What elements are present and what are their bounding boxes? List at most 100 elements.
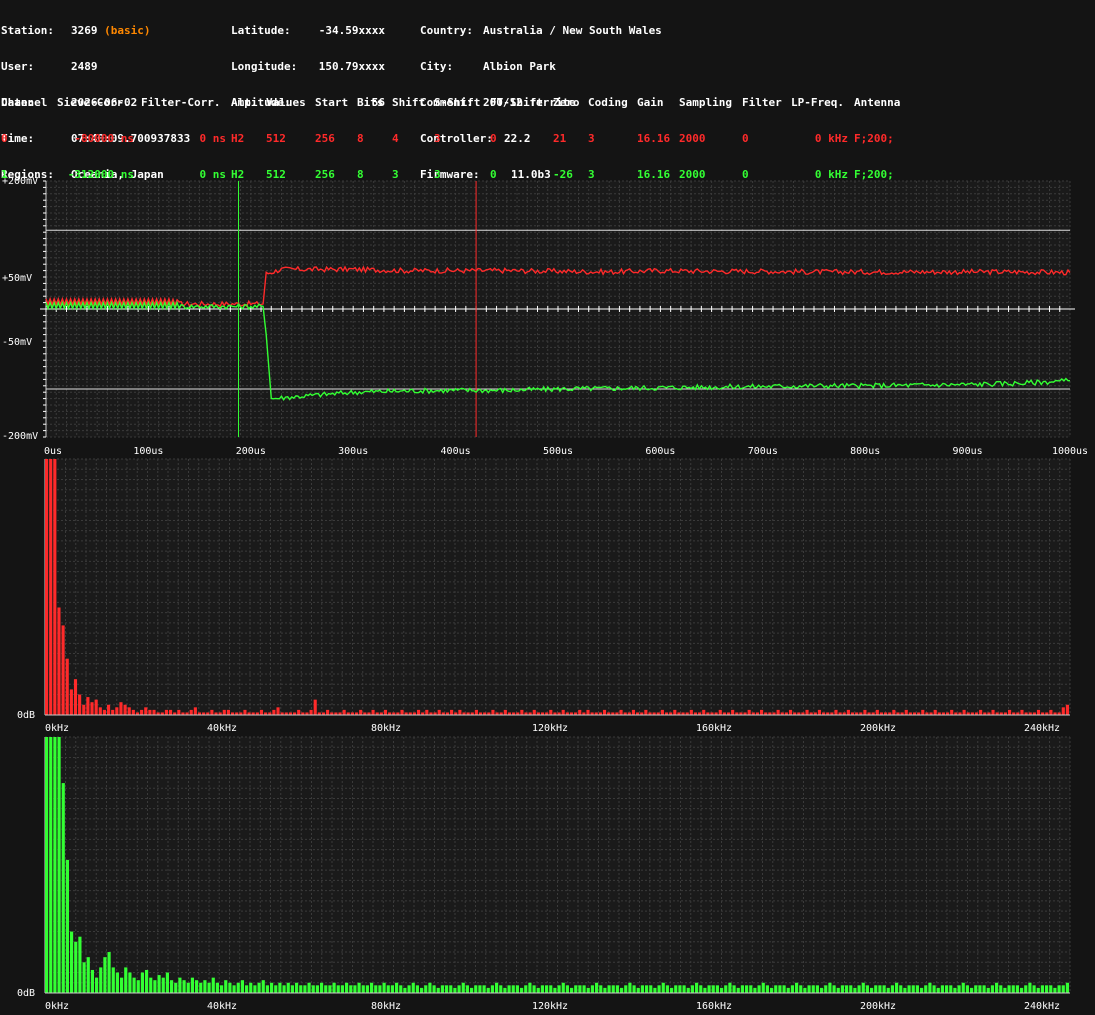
- spectrum-2-bar: [74, 941, 78, 993]
- spectrum-2-bar: [340, 985, 344, 993]
- spectrum-2-bar: [1003, 987, 1007, 993]
- spectrum-2-bar: [399, 985, 403, 993]
- spectrum-2-bar: [682, 985, 686, 993]
- spectrum-2-bar: [832, 985, 836, 993]
- spectrum-1-bar: [78, 694, 82, 715]
- spectrum-2-bar: [161, 977, 165, 993]
- spectrum-1-bar: [491, 709, 495, 715]
- spectrum-1-bar: [863, 709, 867, 715]
- spectrum-2-bar: [353, 985, 357, 993]
- time-x-tick-label-0: 0us: [44, 446, 62, 457]
- spectrum-1-bar: [578, 709, 582, 715]
- spectrum-2-bar: [957, 985, 961, 993]
- spectrum-1-bar: [702, 709, 706, 715]
- spectrum-2-bar: [420, 987, 424, 993]
- spectrum-2-bar: [499, 985, 503, 993]
- spectrum-2-bar: [1024, 985, 1028, 993]
- spectrum-1-bar: [817, 709, 822, 715]
- spectrum-1-bar: [193, 707, 197, 715]
- spectrum-2-bar: [732, 985, 736, 993]
- spectrum-2-bar: [661, 982, 665, 993]
- spectrum-2-bar: [1011, 985, 1015, 993]
- spectrum-2-bar: [711, 985, 715, 993]
- time-x-tick-label-6: 600us: [645, 446, 675, 457]
- spectrum-2-bar: [165, 972, 169, 993]
- spectrum-2-bar: [128, 972, 132, 993]
- spectrum-2-bar: [149, 977, 153, 993]
- spectrum-2-x-tick-label-4: 160kHz: [696, 1001, 732, 1012]
- spectrum-2-bar: [582, 985, 586, 993]
- spectrum-2-bar: [936, 987, 940, 993]
- spectrum-2-bar: [707, 985, 711, 993]
- spectrum-1-bar: [210, 709, 214, 715]
- spectrum-2-bar: [182, 980, 186, 993]
- spectrum-1-bar: [1049, 709, 1053, 715]
- spectrum-1-bar: [631, 709, 636, 715]
- spectrum-2-bar: [990, 985, 994, 993]
- spectrum-2-bar: [924, 985, 928, 993]
- spectrum-1-bar: [119, 702, 123, 715]
- spectrum-2-bar: [1032, 985, 1036, 993]
- spectrum-1-bar: [152, 709, 156, 715]
- spectrum-2-bar: [278, 982, 282, 993]
- spectrum-1-bar: [904, 709, 908, 715]
- spectrum-1-bar: [148, 709, 152, 715]
- spectrum-2-bar: [140, 972, 144, 993]
- spectrum-2-bar: [1053, 987, 1057, 993]
- spectrum-2-bar: [945, 985, 949, 993]
- spectrum-2-bar: [1020, 987, 1024, 993]
- spectrum-2-bar: [290, 985, 294, 993]
- spectrum-2-bar: [511, 985, 515, 993]
- spectrum-2-bar: [878, 985, 882, 993]
- spectrum-2-bar: [486, 987, 490, 993]
- spectrum-2-bar: [720, 987, 724, 993]
- spectrum-2-bar: [332, 982, 336, 993]
- spectrum-1-bar: [107, 704, 111, 715]
- spectrum-2-bar: [728, 982, 732, 993]
- spectrum-1-bar: [846, 709, 850, 715]
- spectrum-2-bar: [495, 982, 499, 993]
- spectrum-1-bar: [400, 709, 404, 715]
- spectrum-2-bar: [724, 985, 728, 993]
- spectrum-2-bar: [295, 982, 299, 993]
- spectrum-1-bar: [875, 709, 879, 715]
- spectrum-2-bar: [1057, 985, 1061, 993]
- spectrum-2-bar: [424, 985, 428, 993]
- spectrum-2-bar: [170, 980, 174, 993]
- spectrum-2-bar: [870, 987, 874, 993]
- spectrum-2-bar: [249, 982, 253, 993]
- spectrum-1-bar: [276, 707, 280, 715]
- spectrum-2-bar: [911, 985, 915, 993]
- spectrum-2-bar: [395, 982, 399, 993]
- spectrum-2-bar: [107, 952, 111, 993]
- spectrum-2-bar: [799, 985, 803, 993]
- spectrum-2-bar: [607, 985, 611, 993]
- spectrum-1-x-tick-label-6: 240kHz: [1024, 723, 1060, 734]
- spectrum-2-bar: [440, 985, 444, 993]
- spectrum-1-bar: [342, 709, 346, 715]
- spectrum-2-bar: [549, 985, 553, 993]
- spectrum-1-bar: [760, 709, 764, 715]
- spectrum-2-bar: [790, 985, 794, 993]
- spectrum-2-bar: [374, 985, 378, 993]
- spectrum-2-bar: [336, 985, 340, 993]
- spectrum-1-bar: [933, 709, 937, 715]
- spectrum-2-bar: [349, 985, 353, 993]
- spectrum-2-x-tick-label-0: 0kHz: [45, 1001, 69, 1012]
- spectrum-2-bar: [445, 985, 449, 993]
- spectrum-1-bar: [561, 709, 565, 715]
- spectrum-1-bar: [272, 709, 276, 715]
- spectrum-1-bar: [520, 709, 524, 715]
- spectrum-2-bar: [770, 987, 774, 993]
- spectrum-2-bar: [774, 985, 778, 993]
- spectrum-2-bar: [586, 987, 590, 993]
- spectrum-2-bar: [382, 982, 386, 993]
- spectrum-1-bar: [140, 709, 144, 715]
- spectrum-2-bar: [545, 985, 549, 993]
- spectrum-2-bar: [574, 985, 578, 993]
- spectrum-2-bar: [895, 982, 899, 993]
- time-y-tick-label-2: -50mV: [2, 337, 32, 348]
- time-x-tick-label-5: 500us: [543, 446, 573, 457]
- spectrum-2-bar: [674, 985, 678, 993]
- spectrum-1-bar: [164, 709, 168, 715]
